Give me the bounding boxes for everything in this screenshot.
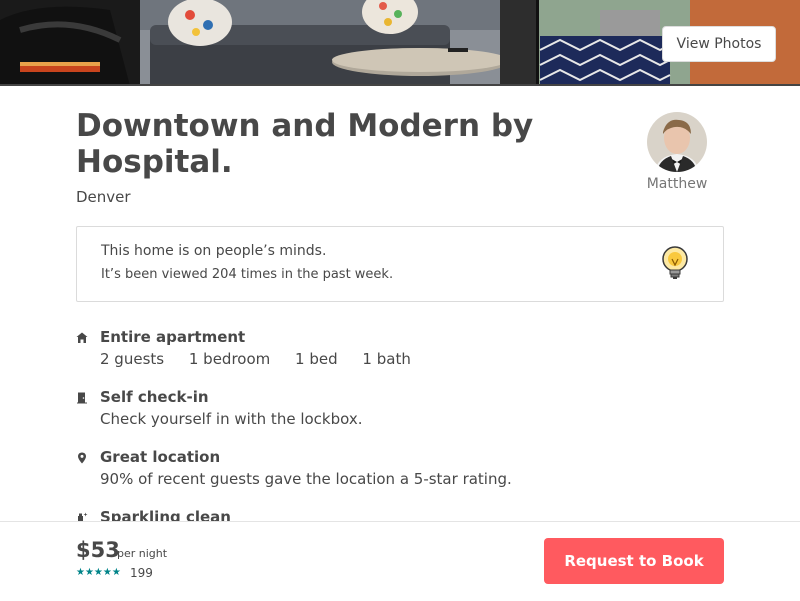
feature-heading: Entire apartment	[100, 328, 246, 346]
guests-count: 2 guests	[100, 350, 165, 368]
view-photos-button[interactable]: View Photos	[662, 26, 776, 62]
popularity-notice: This home is on people’s minds. It’s bee…	[76, 226, 724, 302]
host-name[interactable]: Matthew	[636, 176, 718, 192]
feature-self-check-in: Self check-in Check yourself in with the…	[76, 388, 724, 432]
star-rating: ★★★★★	[76, 567, 121, 578]
booking-bar: $53 per night ★★★★★ 199 Request to Book	[0, 521, 800, 601]
feature-heading: Great location	[100, 448, 221, 466]
avatar[interactable]	[647, 112, 707, 172]
request-to-book-button[interactable]: Request to Book	[544, 538, 724, 584]
feature-details: 90% of recent guests gave the location a…	[100, 470, 512, 488]
listing-photo-strip[interactable]: View Photos	[0, 0, 800, 86]
door-icon	[77, 392, 87, 404]
notice-title: This home is on people’s minds.	[101, 243, 327, 259]
nightly-price: $53	[76, 538, 120, 562]
bedrooms-count: 1 bedroom	[188, 350, 271, 368]
feature-entire-apartment: Entire apartment 2 guests 1 bedroom 1 be…	[76, 328, 724, 372]
notice-body: It’s been viewed 204 times in the past w…	[101, 267, 394, 282]
feature-details: 2 guests 1 bedroom 1 bed 1 bath	[100, 350, 431, 368]
beds-count: 1 bed	[295, 350, 338, 368]
feature-heading: Self check-in	[100, 388, 209, 406]
host-profile[interactable]: Matthew	[636, 112, 718, 192]
feature-great-location: Great location 90% of recent guests gave…	[76, 448, 724, 492]
feature-details: Check yourself in with the lockbox.	[100, 410, 363, 428]
baths-count: 1 bath	[362, 350, 411, 368]
location-pin-icon	[78, 452, 86, 464]
review-count[interactable]: 199	[130, 566, 153, 580]
per-night-label: per night	[117, 547, 168, 560]
lightbulb-icon	[662, 246, 688, 279]
listing-city[interactable]: Denver	[76, 188, 131, 206]
listing-title: Downtown and Modern by Hospital.	[76, 108, 534, 180]
home-icon	[76, 332, 88, 343]
